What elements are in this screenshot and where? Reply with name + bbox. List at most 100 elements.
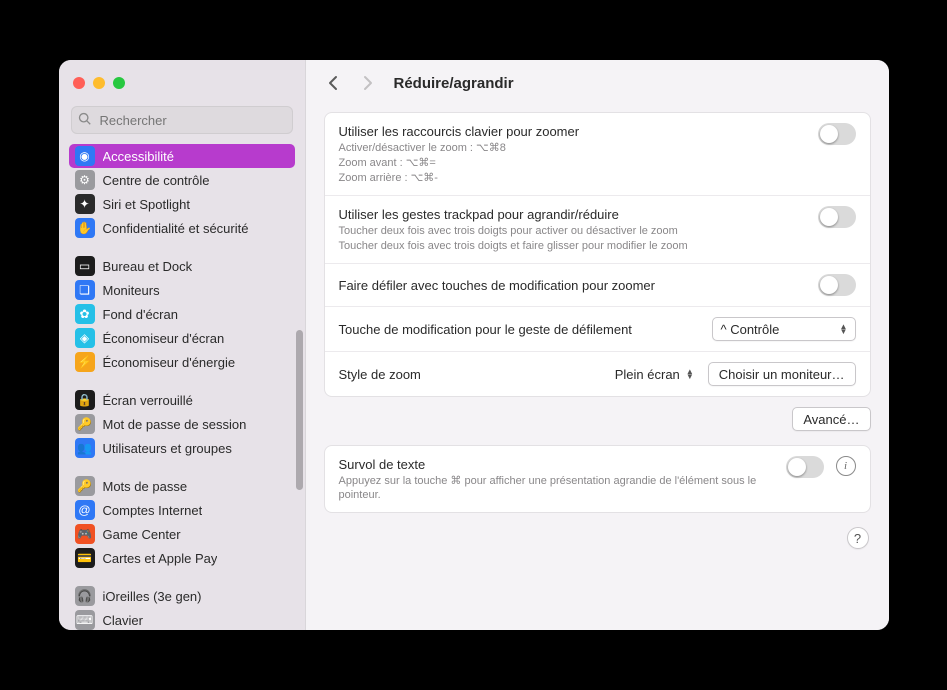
sidebar-item-icon: 🔒	[75, 390, 95, 410]
sidebar-item-label: Économiseur d'écran	[103, 331, 225, 346]
sidebar-item-label: Confidentialité et sécurité	[103, 221, 249, 236]
sidebar-item-icon: ◈	[75, 328, 95, 348]
row-sub: Toucher deux fois avec trois doigts et f…	[339, 239, 806, 253]
switch-hover-text[interactable]	[786, 456, 824, 478]
select-value: ^ Contrôle	[721, 322, 780, 337]
row-hover-text: Survol de texte Appuyez sur la touche ⌘ …	[325, 446, 870, 512]
sidebar-item-icon: ✋	[75, 218, 95, 238]
sidebar-item[interactable]: ✋ Confidentialité et sécurité	[69, 216, 295, 240]
row-zoom-style: Style de zoom Plein écran ▲▼ Choisir un …	[325, 351, 870, 396]
sidebar-item[interactable]: ⚡ Économiseur d'énergie	[69, 350, 295, 374]
row-title: Style de zoom	[339, 366, 603, 383]
sidebar-item[interactable]: 🎮 Game Center	[69, 522, 295, 546]
advanced-button[interactable]: Avancé…	[792, 407, 870, 431]
search-icon	[78, 112, 92, 129]
sidebar-item[interactable]: ❏Moniteurs	[69, 278, 295, 302]
sidebar-item[interactable]: ◉ Accessibilité	[69, 144, 295, 168]
sidebar-list: ◉ Accessibilité ⚙ Centre de contrôle ✦ Siri e…	[59, 142, 305, 630]
sidebar-item[interactable]: ⚙ Centre de contrôle	[69, 168, 295, 192]
sidebar-item[interactable]: @ Comptes Internet	[69, 498, 295, 522]
content: Utiliser les raccourcis clavier pour zoo…	[306, 106, 889, 630]
sidebar-item[interactable]: 🔑 Mots de passe	[69, 474, 295, 498]
sidebar-item-label: Game Center	[103, 527, 181, 542]
choose-monitor-button[interactable]: Choisir un moniteur…	[708, 362, 856, 386]
row-title: Utiliser les gestes trackpad pour agrand…	[339, 206, 806, 223]
row-title: Utiliser les raccourcis clavier pour zoo…	[339, 123, 806, 140]
chevron-updown-icon: ▲▼	[837, 324, 851, 334]
sidebar-item[interactable]: 🔑 Mot de passe de session	[69, 412, 295, 436]
sidebar-item-label: Centre de contrôle	[103, 173, 210, 188]
sidebar-item[interactable]: ▭Bureau et Dock	[69, 254, 295, 278]
sidebar-item[interactable]: ⌨ Clavier	[69, 608, 295, 630]
sidebar-item-icon: ⌨	[75, 610, 95, 630]
maximize-window-button[interactable]	[113, 77, 125, 89]
sidebar: ◉ Accessibilité ⚙ Centre de contrôle ✦ Siri e…	[59, 60, 306, 630]
sidebar-item[interactable]: 👥Utilisateurs et groupes	[69, 436, 295, 460]
row-sub: Zoom arrière : ⌥⌘-	[339, 171, 806, 185]
sidebar-item-icon: ▭	[75, 256, 95, 276]
row-title: Faire défiler avec touches de modificati…	[339, 277, 806, 294]
info-icon[interactable]: i	[836, 456, 856, 476]
chevron-updown-icon: ▲▼	[684, 369, 696, 379]
sidebar-item[interactable]: 💳 Cartes et Apple Pay	[69, 546, 295, 570]
row-sub: Toucher deux fois avec trois doigts pour…	[339, 224, 806, 238]
nav-forward-button[interactable]	[360, 75, 376, 91]
row-title: Survol de texte	[339, 456, 774, 473]
row-title: Touche de modification pour le geste de …	[339, 321, 700, 338]
select-zoom-style[interactable]: Plein écran ▲▼	[615, 367, 696, 382]
row-keyboard-shortcuts: Utiliser les raccourcis clavier pour zoo…	[325, 113, 870, 195]
sidebar-item-label: Clavier	[103, 613, 143, 628]
select-value: Plein écran	[615, 367, 680, 382]
row-modifier-key: Touche de modification pour le geste de …	[325, 306, 870, 351]
sidebar-item-icon: 🎧	[75, 586, 95, 606]
sidebar-item-icon: ✦	[75, 194, 95, 214]
sidebar-item-label: Cartes et Apple Pay	[103, 551, 218, 566]
close-window-button[interactable]	[73, 77, 85, 89]
main-header: Réduire/agrandir	[306, 60, 889, 106]
main-pane: Réduire/agrandir Utiliser les raccourcis…	[306, 60, 889, 630]
select-modifier-key[interactable]: ^ Contrôle ▲▼	[712, 317, 856, 341]
sidebar-item-label: Mot de passe de session	[103, 417, 247, 432]
sidebar-item-label: Siri et Spotlight	[103, 197, 190, 212]
sidebar-item-icon: ⚡	[75, 352, 95, 372]
search-field[interactable]	[71, 106, 293, 134]
sidebar-item-label: Accessibilité	[103, 149, 175, 164]
sidebar-item-icon: 🎮	[75, 524, 95, 544]
sidebar-scrollbar[interactable]	[296, 330, 303, 490]
nav-back-button[interactable]	[326, 75, 342, 91]
row-sub: Activer/désactiver le zoom : ⌥⌘8	[339, 141, 806, 155]
card-hover-text: Survol de texte Appuyez sur la touche ⌘ …	[324, 445, 871, 513]
window-controls	[59, 60, 305, 106]
row-trackpad-gestures: Utiliser les gestes trackpad pour agrand…	[325, 195, 870, 263]
switch-keyboard-shortcuts[interactable]	[818, 123, 856, 145]
sidebar-item-icon: ✿	[75, 304, 95, 324]
card-zoom-basic: Utiliser les raccourcis clavier pour zoo…	[324, 112, 871, 397]
sidebar-item-label: Fond d'écran	[103, 307, 178, 322]
sidebar-item-label: Mots de passe	[103, 479, 188, 494]
sidebar-item-icon: ⚙	[75, 170, 95, 190]
minimize-window-button[interactable]	[93, 77, 105, 89]
settings-window: ◉ Accessibilité ⚙ Centre de contrôle ✦ Siri e…	[59, 60, 889, 630]
row-sub: Appuyez sur la touche ⌘ pour afficher un…	[339, 474, 774, 502]
sidebar-item[interactable]: 🔒 Écran verrouillé	[69, 388, 295, 412]
sidebar-item-icon: ◉	[75, 146, 95, 166]
sidebar-item-icon: 👥	[75, 438, 95, 458]
sidebar-item[interactable]: ◈ Économiseur d'écran	[69, 326, 295, 350]
sidebar-item[interactable]: 🎧iOreilles (3e gen)	[69, 584, 295, 608]
sidebar-item-icon: 🔑	[75, 476, 95, 496]
help-button[interactable]: ?	[847, 527, 869, 549]
sidebar-item[interactable]: ✿ Fond d'écran	[69, 302, 295, 326]
sidebar-item-label: Économiseur d'énergie	[103, 355, 236, 370]
sidebar-item-icon: 🔑	[75, 414, 95, 434]
sidebar-item-icon: ❏	[75, 280, 95, 300]
sidebar-item-label: Comptes Internet	[103, 503, 203, 518]
search-input[interactable]	[98, 112, 286, 129]
sidebar-item-label: Écran verrouillé	[103, 393, 193, 408]
sidebar-item-icon: 💳	[75, 548, 95, 568]
switch-trackpad-gestures[interactable]	[818, 206, 856, 228]
switch-scroll-modifier[interactable]	[818, 274, 856, 296]
sidebar-item-icon: @	[75, 500, 95, 520]
row-scroll-modifier: Faire défiler avec touches de modificati…	[325, 263, 870, 306]
row-sub: Zoom avant : ⌥⌘=	[339, 156, 806, 170]
sidebar-item[interactable]: ✦ Siri et Spotlight	[69, 192, 295, 216]
